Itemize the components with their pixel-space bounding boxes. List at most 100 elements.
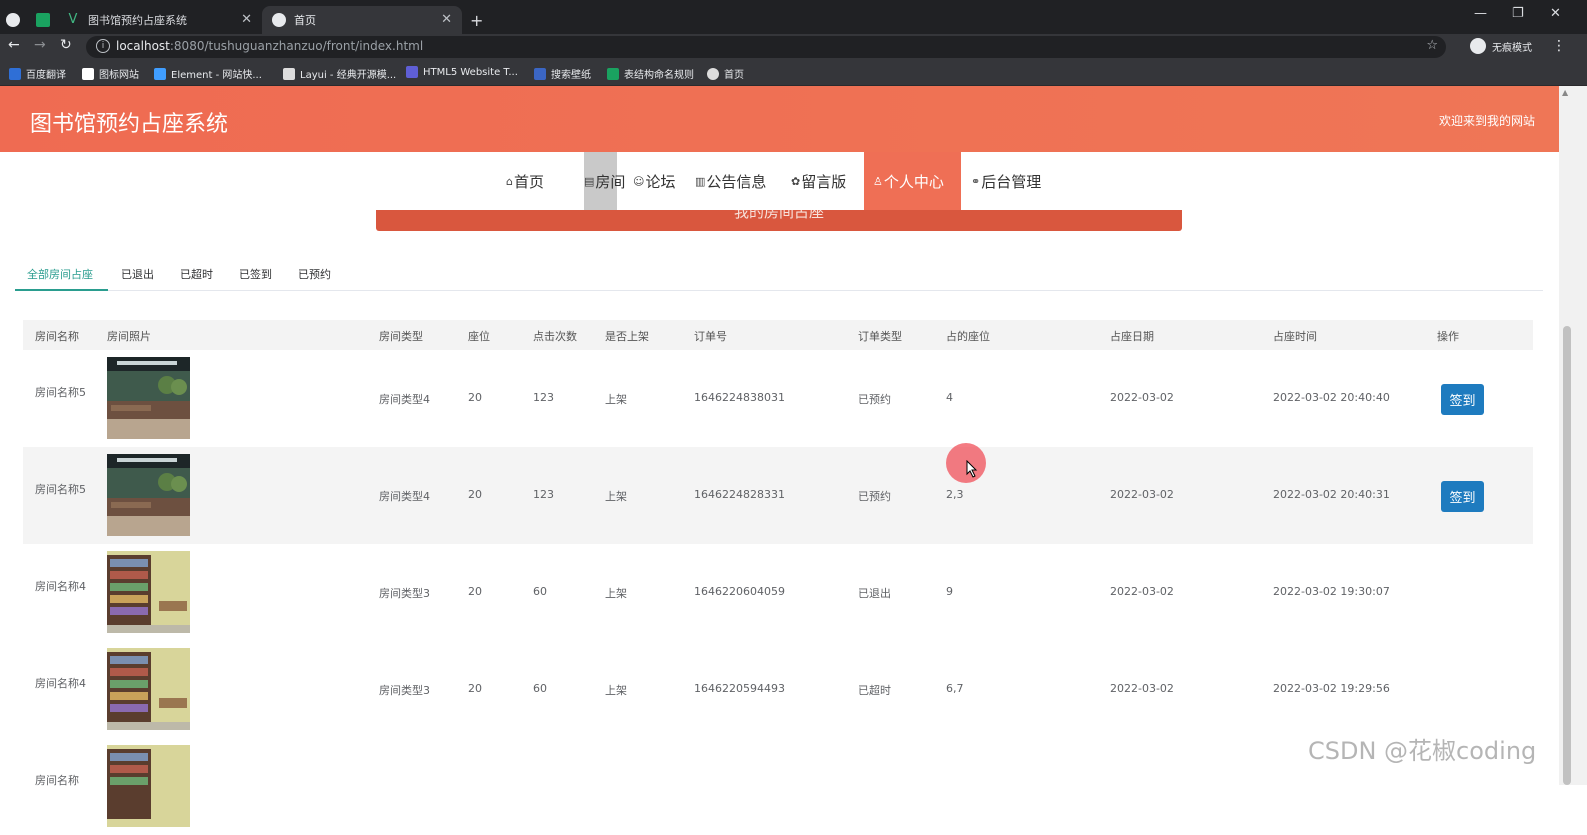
column-header: 房间照片 xyxy=(107,330,151,343)
sign-in-button[interactable]: 签到 xyxy=(1441,481,1484,512)
restore-icon[interactable]: ❐ xyxy=(1512,6,1524,21)
site-header: 图书馆预约占座系统 欢迎来到我的网站 xyxy=(0,86,1559,152)
watermark: CSDN @花椒coding xyxy=(1308,737,1537,765)
room-type: 房间类型4 xyxy=(379,490,430,503)
reserve-time: 2022-03-02 20:40:40 xyxy=(1273,391,1390,404)
reserve-time: 2022-03-02 19:30:07 xyxy=(1273,585,1390,598)
table-row: 房间名称5 房间类型4 20 123 上架 1646224838031 已预约 … xyxy=(23,350,1533,447)
nav-home[interactable]: ⌂ 首页 xyxy=(506,152,544,210)
room-photo[interactable] xyxy=(107,357,190,439)
bookmark-item[interactable]: Layui - 经典开源模... xyxy=(283,66,396,81)
nav-message-board[interactable]: ✿ 留言版 xyxy=(791,152,846,210)
tab-all[interactable]: 全部房间占座 xyxy=(27,266,93,282)
room-photo-image xyxy=(107,648,190,730)
order-number: 1646220594493 xyxy=(694,682,785,695)
page-scrollbar[interactable]: ▲ xyxy=(1559,86,1587,785)
tab-reserved[interactable]: 已预约 xyxy=(298,266,331,282)
order-number: 1646220604059 xyxy=(694,585,785,598)
scroll-up-icon[interactable]: ▲ xyxy=(1562,88,1568,97)
order-type: 已超时 xyxy=(858,684,891,697)
browser-tab-bar: V 图书馆预约占座系统 ✕ 首页 ✕ + — ❐ ✕ xyxy=(0,0,1587,34)
close-window-icon[interactable]: ✕ xyxy=(1550,6,1561,21)
forward-icon[interactable]: → xyxy=(34,37,46,53)
globe-icon xyxy=(272,13,286,27)
column-header: 操作 xyxy=(1437,330,1459,343)
site-title: 图书馆预约占座系统 xyxy=(30,112,229,137)
home-icon: ⌂ xyxy=(506,174,513,188)
table-header: 房间名称 房间照片 房间类型 座位 点击次数 是否上架 订单号 订单类型 占的座… xyxy=(23,320,1533,350)
nav-forum[interactable]: ☺ 论坛 xyxy=(633,152,675,210)
nav-admin[interactable]: ⚭ 后台管理 xyxy=(971,152,1041,210)
book-icon: ▥ xyxy=(695,174,706,188)
listed-status: 上架 xyxy=(605,684,627,697)
url-input[interactable]: i localhost:8080/tushuguanzhanzuo/front/… xyxy=(86,36,1446,58)
bookmark-item[interactable]: 搜索壁纸 xyxy=(534,66,591,81)
translate-icon xyxy=(9,67,21,80)
info-icon[interactable]: i xyxy=(96,39,110,53)
bookmark-item[interactable]: 首页 xyxy=(707,66,744,81)
table-row: 房间名称4 房间类型3 20 60 上架 1646220604059 已退出 9… xyxy=(23,544,1533,641)
close-tab-icon[interactable]: ✕ xyxy=(441,12,452,27)
more-menu-icon[interactable]: ⋮ xyxy=(1552,38,1566,54)
column-header: 订单类型 xyxy=(858,330,902,343)
seat-count: 20 xyxy=(468,585,482,598)
bookmark-item[interactable]: HTML5 Website T... xyxy=(406,66,518,78)
column-header: 点击次数 xyxy=(533,330,577,343)
browser-tab-pinned[interactable] xyxy=(6,6,30,34)
order-type: 已退出 xyxy=(858,587,891,600)
tab-timeout[interactable]: 已超时 xyxy=(180,266,213,282)
order-type: 已预约 xyxy=(858,490,891,503)
reserve-date: 2022-03-02 xyxy=(1110,585,1174,598)
bookmark-item[interactable]: 百度翻译 xyxy=(9,66,66,81)
tab-exited[interactable]: 已退出 xyxy=(121,266,154,282)
seat-taken: 6,7 xyxy=(946,682,964,695)
reload-icon[interactable]: ↻ xyxy=(60,37,72,53)
bookmarks-bar: 百度翻译 图标网站 Element - 网站快... Layui - 经典开源模… xyxy=(0,60,1587,86)
incognito-indicator[interactable]: 无痕模式 xyxy=(1470,38,1532,54)
nav-rooms[interactable]: ▤ 房间 xyxy=(584,152,625,210)
bookmark-item[interactable]: 图标网站 xyxy=(82,66,139,81)
back-icon[interactable]: ← xyxy=(8,37,20,53)
status-tabs: 全部房间占座 已退出 已超时 已签到 已预约 xyxy=(15,258,1543,291)
bookmark-item[interactable]: Element - 网站快... xyxy=(154,66,262,81)
listed-status: 上架 xyxy=(605,393,627,406)
seat-count: 20 xyxy=(468,682,482,695)
room-name: 房间名称4 xyxy=(35,580,86,593)
bookmark-item[interactable]: 表结构命名规则 xyxy=(607,66,694,81)
room-photo[interactable] xyxy=(107,745,190,827)
column-header: 座位 xyxy=(468,330,490,343)
click-count: 60 xyxy=(533,585,547,598)
order-number: 1646224828331 xyxy=(694,488,785,501)
seat-taken: 9 xyxy=(946,585,953,598)
sign-in-button[interactable]: 签到 xyxy=(1441,384,1484,415)
new-tab-button[interactable]: + xyxy=(470,6,486,34)
browser-tab-pinned-2[interactable] xyxy=(36,6,60,34)
nav-personal-center[interactable]: ♙ 个人中心 xyxy=(864,152,961,210)
gift-icon: ▤ xyxy=(584,174,595,188)
url-text: localhost:8080/tushuguanzhanzuo/front/in… xyxy=(116,39,424,53)
minimize-icon[interactable]: — xyxy=(1474,6,1487,21)
column-header: 占座日期 xyxy=(1110,330,1154,343)
table-row: 房间名称5 房间类型4 20 123 上架 1646224828331 已预约 … xyxy=(23,447,1533,544)
tab-checked-in[interactable]: 已签到 xyxy=(239,266,272,282)
room-photo[interactable] xyxy=(107,454,190,536)
close-tab-icon[interactable]: ✕ xyxy=(241,12,252,27)
link-icon: ⚭ xyxy=(971,174,981,188)
table-row: 房间名称 xyxy=(23,738,1533,835)
listed-status: 上架 xyxy=(605,587,627,600)
column-header: 占的座位 xyxy=(946,330,990,343)
browser-tab-library[interactable]: V 图书馆预约占座系统 ✕ xyxy=(66,6,262,34)
scrollbar-thumb[interactable] xyxy=(1563,326,1571,785)
column-header: 房间名称 xyxy=(35,330,79,343)
seat-taken: 2,3 xyxy=(946,488,964,501)
star-icon[interactable]: ☆ xyxy=(1426,38,1438,53)
room-photo[interactable] xyxy=(107,551,190,633)
nav-announcements[interactable]: ▥ 公告信息 xyxy=(695,152,766,210)
browser-tab-home[interactable]: 首页 ✕ xyxy=(262,6,462,34)
listed-status: 上架 xyxy=(605,490,627,503)
room-type: 房间类型3 xyxy=(379,587,430,600)
room-photo[interactable] xyxy=(107,648,190,730)
reserve-time: 2022-03-02 19:29:56 xyxy=(1273,682,1390,695)
wallpaper-icon xyxy=(534,67,546,80)
sheet-icon xyxy=(36,13,50,27)
